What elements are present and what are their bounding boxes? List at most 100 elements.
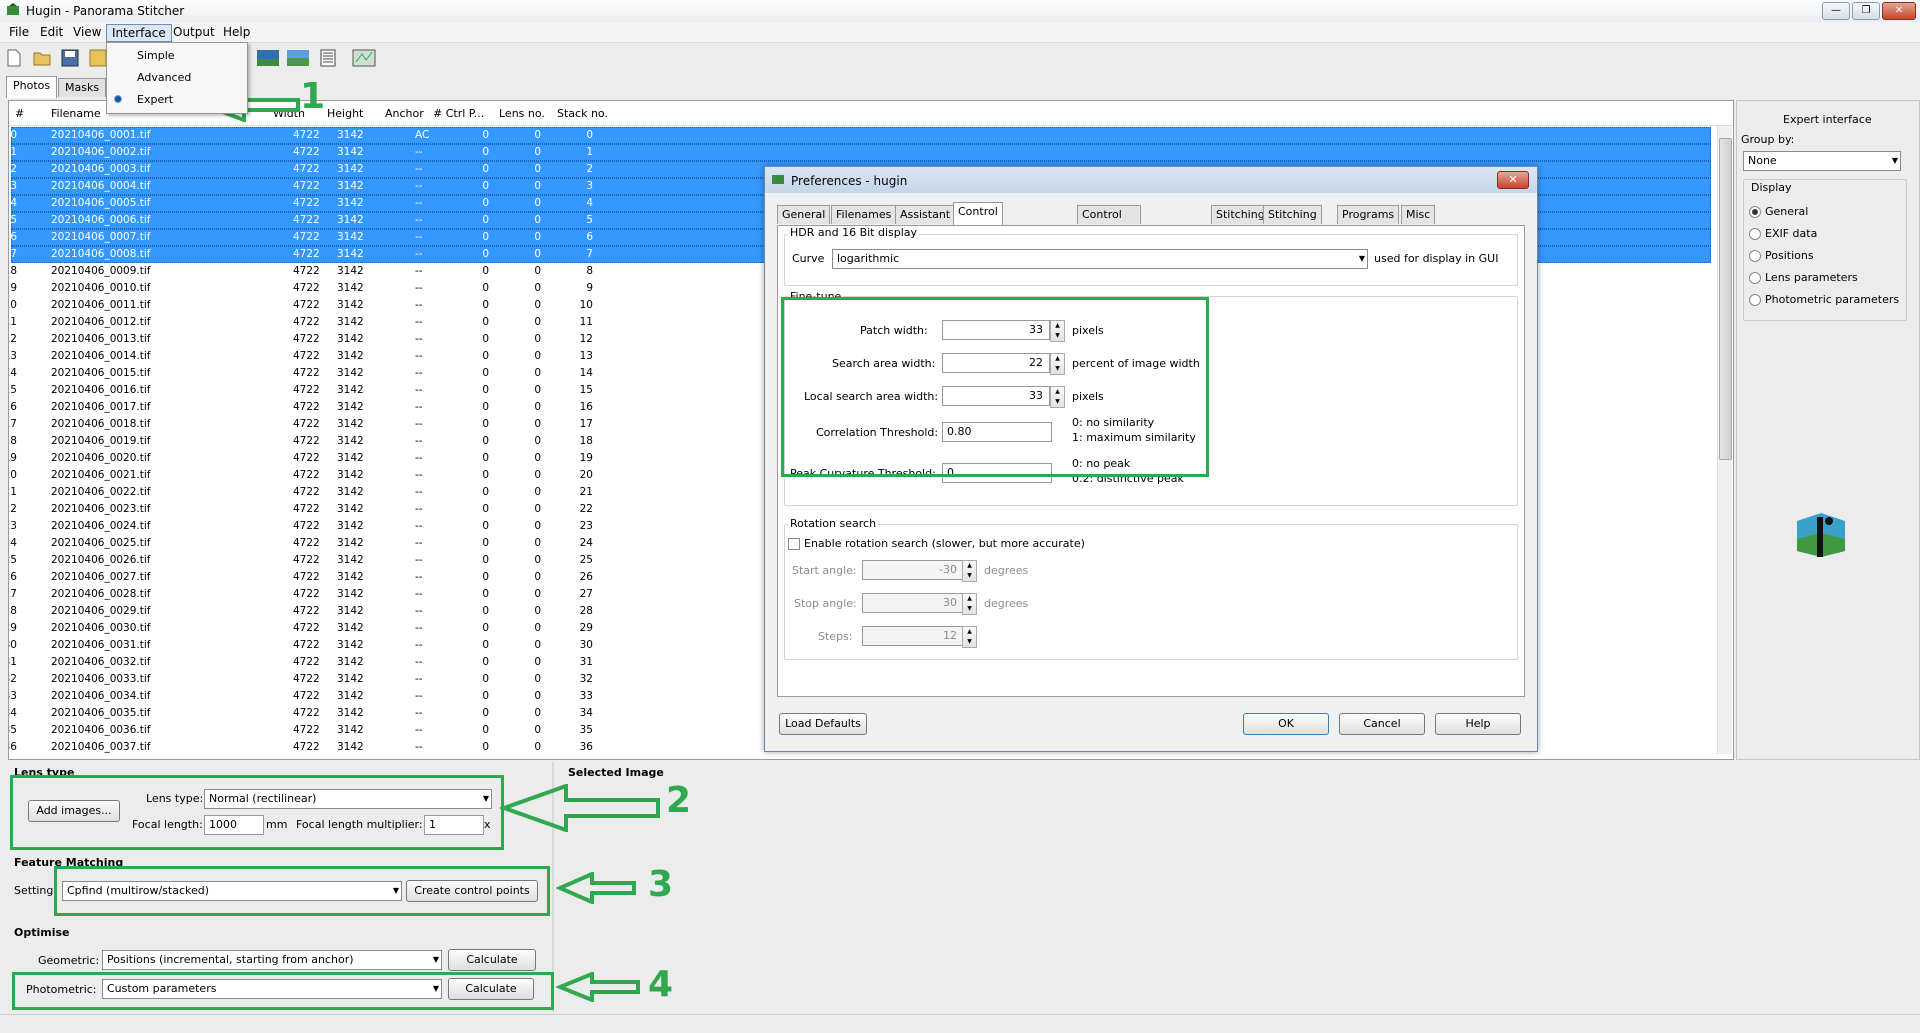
tab-general[interactable]: General [777,205,831,224]
preview-icon[interactable] [256,48,280,68]
start-angle-spinner[interactable]: ▲ ▼ [962,560,977,582]
table-cell: 4722 [293,554,320,566]
close-button[interactable]: ✕ [1882,2,1916,20]
col-index[interactable]: # [15,107,24,120]
menu-file[interactable]: File [4,24,34,40]
menu-view[interactable]: View [68,24,106,40]
annotation-number-3: 3 [648,864,674,905]
tab-programs[interactable]: Programs [1337,205,1400,224]
dialog-close-button[interactable]: ✕ [1497,171,1529,189]
tab-stitching[interactable]: Stitching [1211,205,1270,224]
tab-stitching-2[interactable]: Stitching (2) [1263,205,1322,239]
menu-item-simple[interactable]: Simple [137,49,175,62]
radio-lens-parameters[interactable] [1749,272,1761,284]
table-cell: 4722 [293,384,320,396]
help-button[interactable]: Help [1435,713,1521,735]
table-cell: 0 [482,605,489,617]
minimize-button[interactable]: — [1822,2,1850,20]
table-cell: 3142 [337,367,364,379]
table-cell: -- [415,520,423,532]
table-cell: 28 [579,605,593,617]
table-cell: 3142 [337,265,364,277]
display-option-lens[interactable]: Lens parameters [1765,271,1858,284]
tab-misc[interactable]: Misc [1401,205,1436,224]
curve-select[interactable]: logarithmic ▼ [832,249,1368,269]
menu-edit[interactable]: Edit [35,24,68,40]
table-cell: 4722 [293,214,320,226]
table-cell: 0 [482,554,489,566]
open-folder-icon[interactable] [32,48,52,68]
steps-label: Steps: [818,630,853,643]
enable-rotation-checkbox[interactable] [788,538,800,550]
menu-help[interactable]: Help [218,24,255,40]
table-cell: 4722 [293,333,320,345]
table-cell: 5 [10,214,17,226]
radio-general[interactable] [1749,206,1761,218]
geometric-select[interactable]: Positions (incremental, starting from an… [102,950,442,970]
tab-control-point-detectors[interactable]: Control Point Detectors [1077,205,1141,257]
table-cell: 0 [534,367,541,379]
table-cell: 3142 [337,469,364,481]
stop-angle-field[interactable]: 30 [862,593,964,613]
table-scrollbar[interactable] [1717,126,1732,754]
stop-angle-spinner[interactable]: ▲ ▼ [962,593,977,615]
group-by-select[interactable]: None ▼ [1743,151,1901,171]
steps-spinner[interactable]: ▲ ▼ [962,626,977,648]
col-filename[interactable]: Filename [51,107,101,120]
col-lens-no[interactable]: Lens no. [499,107,545,120]
hugin-app-icon [772,175,784,184]
col-anchor[interactable]: Anchor [385,107,424,120]
tab-filenames[interactable]: Filenames [831,205,897,224]
table-cell: 33 [579,690,593,702]
enable-rotation-label[interactable]: Enable rotation search (slower, but more… [804,537,1085,550]
load-defaults-button[interactable]: Load Defaults [779,713,867,735]
table-row[interactable]: 1 20210406_0002.tif 4722 3142 -- 0 0 1 [10,144,1711,161]
new-file-icon[interactable] [4,48,24,68]
hugin-app-icon [7,3,19,15]
tab-assistant[interactable]: Assistant [895,205,956,224]
menu-item-expert[interactable]: Expert [137,93,173,106]
table-cell: 0 [534,537,541,549]
table-row[interactable]: 0 20210406_0001.tif 4722 3142 AC 0 0 0 [10,127,1711,144]
radio-positions[interactable] [1749,250,1761,262]
table-cell: -- [415,333,423,345]
display-option-general[interactable]: General [1765,205,1808,218]
maximize-button[interactable]: ❐ [1852,2,1880,20]
table-cell: 0 [482,367,489,379]
steps-field[interactable]: 12 [862,626,964,646]
col-height[interactable]: Height [327,107,363,120]
display-option-exif[interactable]: EXIF data [1765,227,1817,240]
radio-photometric[interactable] [1749,294,1761,306]
menu-item-advanced[interactable]: Advanced [137,71,191,84]
display-option-photometric[interactable]: Photometric parameters [1765,293,1899,306]
annotation-arrow-4-icon [556,972,640,1002]
table-cell: -- [415,180,423,192]
save-as-icon[interactable] [88,48,108,68]
control-points-icon[interactable] [352,48,376,68]
radio-exif[interactable] [1749,228,1761,240]
menu-interface[interactable]: Interface [106,24,172,42]
fast-preview-icon[interactable] [286,48,310,68]
col-ctrl-points[interactable]: # Ctrl P... [433,107,484,120]
tab-control-points-editor[interactable]: Control Points Editor [953,202,1003,254]
start-angle-field[interactable]: -30 [862,560,964,580]
col-stack-no[interactable]: Stack no. [557,107,608,120]
table-cell: 3142 [337,656,364,668]
table-cell: 0 [534,503,541,515]
save-icon[interactable] [60,48,80,68]
scrollbar-thumb[interactable] [1719,138,1732,460]
table-cell: -- [415,656,423,668]
display-option-positions[interactable]: Positions [1765,249,1814,262]
layout-icon[interactable] [318,48,338,68]
tab-masks[interactable]: Masks [58,78,107,97]
menu-output[interactable]: Output [168,24,220,40]
table-cell: 23 [579,520,593,532]
tab-photos[interactable]: Photos [6,76,58,98]
geometric-calculate-button[interactable]: Calculate [448,949,536,971]
ok-button[interactable]: OK [1243,713,1329,735]
table-cell: 3142 [337,180,364,192]
table-cell: 3142 [337,248,364,260]
table-cell: 12 [9,333,17,345]
table-cell: 21 [579,486,593,498]
cancel-button[interactable]: Cancel [1339,713,1425,735]
